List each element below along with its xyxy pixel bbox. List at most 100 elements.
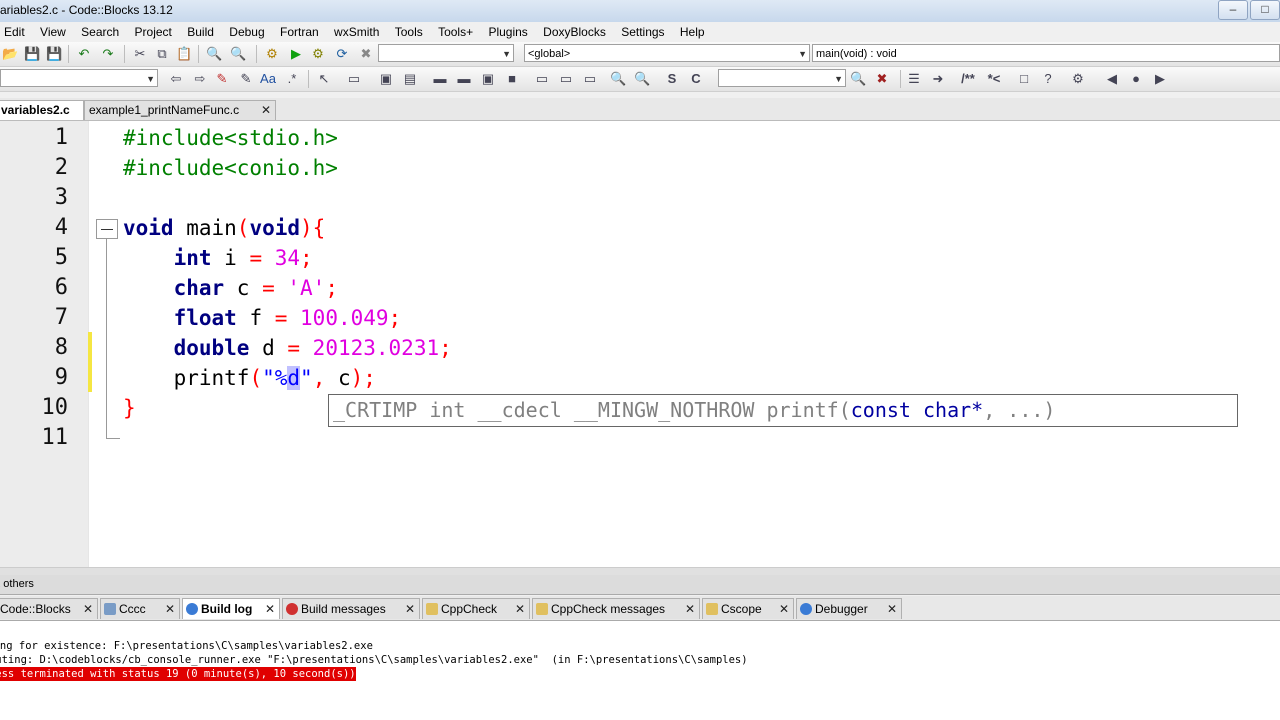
- menu-build[interactable]: Build: [181, 22, 220, 42]
- menu-wxsmith[interactable]: wxSmith: [328, 22, 385, 42]
- sizer2-icon[interactable]: ▬: [456, 71, 472, 87]
- arrow-left-icon[interactable]: ⇦: [168, 71, 184, 87]
- arrow-right-icon[interactable]: ⇨: [192, 71, 208, 87]
- symbol-combo[interactable]: ▼: [718, 69, 846, 87]
- close-icon[interactable]: ✕: [261, 101, 271, 120]
- widget-icon[interactable]: ▭: [534, 71, 550, 87]
- find-icon[interactable]: 🔍: [206, 46, 222, 62]
- comment-icon[interactable]: /**: [960, 71, 976, 87]
- pointer-icon[interactable]: ↖: [316, 71, 332, 87]
- toolbar-search-combo[interactable]: ▼: [0, 69, 158, 87]
- zoom-in-icon[interactable]: 🔍: [610, 71, 626, 87]
- save-all-icon[interactable]: 💾: [46, 46, 62, 62]
- copy-icon[interactable]: ⧉: [154, 46, 170, 62]
- menu-doxyblocks[interactable]: DoxyBlocks: [537, 22, 612, 42]
- rebuild-icon[interactable]: ⟳: [334, 46, 350, 62]
- paste-icon[interactable]: 📋: [176, 46, 192, 62]
- menu-help[interactable]: Help: [674, 22, 711, 42]
- run-icon[interactable]: ▶: [288, 46, 304, 62]
- undo-icon[interactable]: ↶: [76, 46, 92, 62]
- s-icon[interactable]: S: [664, 71, 680, 87]
- redo-icon[interactable]: ↷: [100, 46, 116, 62]
- build-target-combo[interactable]: ▼: [378, 44, 514, 62]
- regex-icon[interactable]: .*: [284, 71, 300, 87]
- c-icon[interactable]: C: [688, 71, 704, 87]
- cut-icon[interactable]: ✂: [132, 46, 148, 62]
- log-line: Checking for existence: F:\presentations…: [0, 640, 373, 652]
- close-icon[interactable]: ✕: [685, 599, 695, 619]
- build-run-icon[interactable]: ⚙: [310, 46, 326, 62]
- widget3-icon[interactable]: ▭: [582, 71, 598, 87]
- menu-search[interactable]: Search: [75, 22, 125, 42]
- tools-icon[interactable]: ✖: [874, 71, 890, 87]
- minimize-button[interactable]: –: [1218, 0, 1248, 20]
- menu-settings[interactable]: Settings: [615, 22, 670, 42]
- code-line-2: 2 #include<conio.h>: [0, 153, 1280, 183]
- help-icon[interactable]: ?: [1040, 71, 1056, 87]
- widget2-icon[interactable]: ▭: [558, 71, 574, 87]
- doc-icon: [706, 603, 718, 615]
- close-icon[interactable]: ✕: [779, 599, 789, 619]
- build-log-output[interactable]: Checking for existence: F:\presentations…: [0, 621, 1280, 720]
- open-file-icon[interactable]: 📂: [2, 46, 18, 62]
- tab-cppcheck[interactable]: CppCheck ✕: [422, 598, 530, 619]
- tab-cppcheck-messages[interactable]: CppCheck messages ✕: [532, 598, 700, 619]
- frame-icon[interactable]: ▭: [346, 71, 362, 87]
- doc-icon[interactable]: □: [1016, 71, 1032, 87]
- zoom-out-icon[interactable]: 🔍: [634, 71, 650, 87]
- db-icon[interactable]: ☰: [906, 71, 922, 87]
- first-icon[interactable]: ◀: [1104, 71, 1120, 87]
- line-number: 5: [54, 245, 68, 270]
- paint-icon[interactable]: ✎: [238, 71, 254, 87]
- comment-line-icon[interactable]: *<: [986, 71, 1002, 87]
- tab-cccc[interactable]: Cccc ✕: [100, 598, 180, 619]
- menu-edit[interactable]: Edit: [0, 22, 31, 42]
- replace-icon[interactable]: 🔍: [230, 46, 246, 62]
- tab-build-log[interactable]: Build log ✕: [182, 598, 280, 619]
- tab-example1[interactable]: example1_printNameFunc.c ✕: [84, 100, 276, 120]
- line-number: 2: [54, 155, 68, 180]
- line-number: 1: [54, 125, 68, 150]
- tab-codeblocks-log[interactable]: Code::Blocks ✕: [0, 598, 98, 619]
- last-icon[interactable]: ▶: [1152, 71, 1168, 87]
- close-icon[interactable]: ✕: [515, 599, 525, 619]
- line-number: 4: [54, 215, 68, 240]
- sizer3-icon[interactable]: ▣: [480, 71, 496, 87]
- menu-fortran[interactable]: Fortran: [274, 22, 325, 42]
- close-icon[interactable]: ✕: [887, 599, 897, 619]
- close-icon[interactable]: ✕: [265, 599, 275, 619]
- match-case-icon[interactable]: Aa: [260, 71, 276, 87]
- menu-debug[interactable]: Debug: [223, 22, 270, 42]
- function-combo[interactable]: main(void) : void: [812, 44, 1280, 62]
- code-line-1: 1 #include<stdio.h>: [0, 123, 1280, 153]
- save-icon[interactable]: 💾: [24, 46, 40, 62]
- panel-icon[interactable]: ▤: [402, 71, 418, 87]
- menu-tools[interactable]: Tools: [389, 22, 429, 42]
- build-gear-icon[interactable]: ⚙: [264, 46, 280, 62]
- dot-icon[interactable]: ●: [1128, 71, 1144, 87]
- close-icon[interactable]: ✕: [405, 599, 415, 619]
- scope-combo[interactable]: <global> ▼: [524, 44, 810, 62]
- tab-build-messages[interactable]: Build messages ✕: [282, 598, 420, 619]
- menu-view[interactable]: View: [34, 22, 72, 42]
- code-text: char c = 'A';: [173, 276, 338, 300]
- tab-debugger[interactable]: Debugger ✕: [796, 598, 902, 619]
- arrow-forward-icon[interactable]: ➜: [930, 71, 946, 87]
- menu-project[interactable]: Project: [129, 22, 178, 42]
- sizer4-icon[interactable]: ■: [504, 71, 520, 87]
- menu-tools-plus[interactable]: Tools+: [432, 22, 479, 42]
- tab-cscope[interactable]: Cscope ✕: [702, 598, 794, 619]
- menu-plugins[interactable]: Plugins: [482, 22, 533, 42]
- abort-icon[interactable]: ✖: [358, 46, 374, 62]
- close-icon[interactable]: ✕: [83, 599, 93, 619]
- code-editor[interactable]: 1 #include<stdio.h> 2 #include<conio.h> …: [0, 121, 1280, 567]
- doc-icon: [536, 603, 548, 615]
- tab-variables2[interactable]: variables2.c: [0, 100, 84, 120]
- highlight-icon[interactable]: ✎: [214, 71, 230, 87]
- restore-button[interactable]: □: [1250, 0, 1280, 20]
- search-symbol-icon[interactable]: 🔍: [850, 71, 866, 87]
- close-icon[interactable]: ✕: [165, 599, 175, 619]
- dialog-icon[interactable]: ▣: [378, 71, 394, 87]
- sizer-icon[interactable]: ▬: [432, 71, 448, 87]
- config-icon[interactable]: ⚙: [1070, 71, 1086, 87]
